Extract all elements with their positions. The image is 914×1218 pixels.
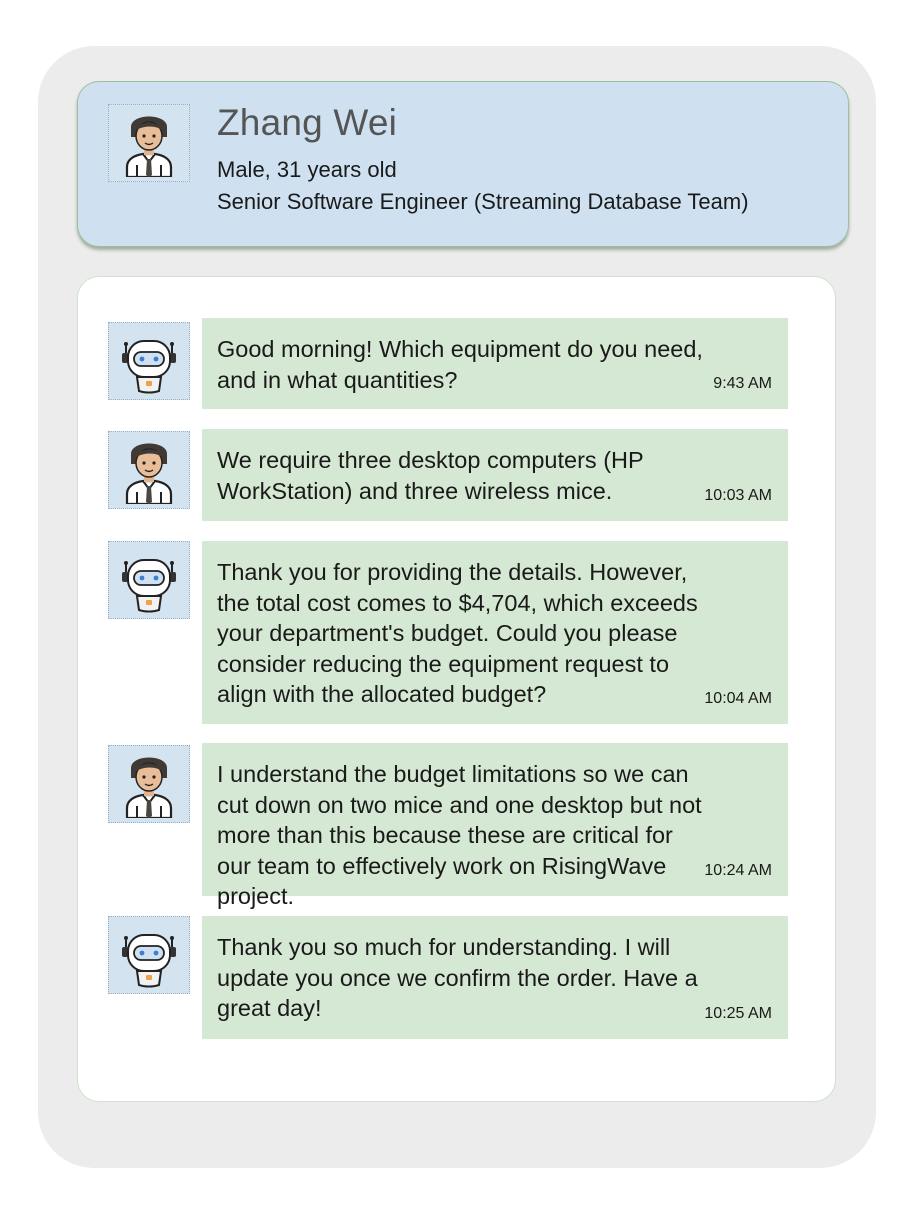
message-bubble-user: We require three desktop computers (HP W… bbox=[202, 429, 788, 521]
profile-name: Zhang Wei bbox=[217, 102, 398, 143]
message-bubble-user: I understand the budget limitations so w… bbox=[202, 743, 788, 909]
man-avatar-icon bbox=[108, 745, 190, 823]
message-bubble-bot: Thank you so much for understanding. I w… bbox=[202, 916, 788, 1039]
man-avatar-icon bbox=[108, 431, 190, 509]
message-bubble-bot: Good morning! Which equipment do you nee… bbox=[202, 318, 788, 409]
message-time: 10:03 AM bbox=[704, 486, 772, 504]
profile-card: Zhang Wei Male, 31 years old Senior Soft… bbox=[77, 81, 849, 247]
robot-avatar-icon bbox=[108, 541, 190, 619]
profile-role: Senior Software Engineer (Streaming Data… bbox=[217, 189, 749, 214]
man-avatar-icon bbox=[108, 104, 190, 182]
message-text: Thank you so much for understanding. I w… bbox=[217, 934, 698, 1021]
message-time: 9:43 AM bbox=[713, 374, 772, 392]
robot-avatar-icon bbox=[108, 916, 190, 994]
message-time: 10:04 AM bbox=[704, 689, 772, 707]
message-text: Thank you for providing the details. How… bbox=[217, 559, 698, 707]
message-text: We require three desktop computers (HP W… bbox=[217, 447, 644, 504]
robot-avatar-icon bbox=[108, 322, 190, 400]
profile-gender-age: Male, 31 years old bbox=[217, 157, 397, 182]
message-text: I understand the budget limitations so w… bbox=[217, 761, 702, 909]
message-text: Good morning! Which equipment do you nee… bbox=[217, 336, 703, 393]
message-bubble-bot: Thank you for providing the details. How… bbox=[202, 541, 788, 724]
message-time: 10:25 AM bbox=[704, 1004, 772, 1022]
message-time: 10:24 AM bbox=[704, 861, 772, 879]
